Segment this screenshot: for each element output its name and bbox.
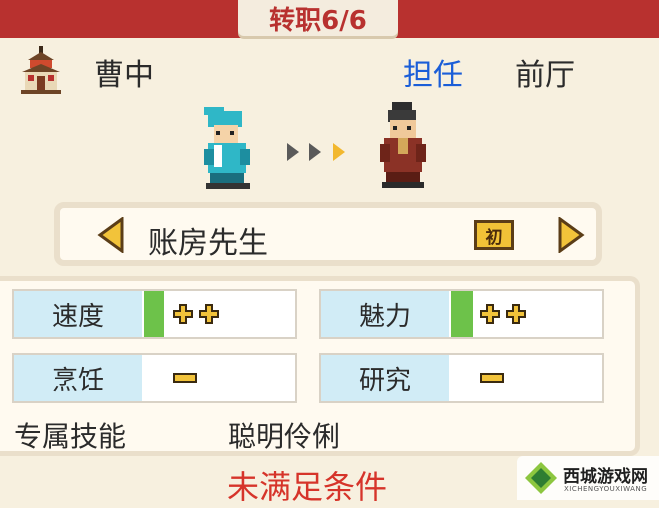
stat-label: 烹饪 (14, 355, 142, 401)
title-bar: 转职6/6 (0, 0, 659, 38)
plus-icon (480, 304, 526, 324)
triangle-left-icon[interactable] (96, 217, 126, 253)
exclusive-skill-name: 聪明伶俐 (228, 420, 341, 453)
job-selector: 账房先生 初 (54, 202, 602, 266)
plus-icon (173, 304, 219, 324)
stat-cooking: 烹饪 (12, 353, 297, 403)
stat-value (172, 291, 224, 337)
stat-bar (144, 291, 164, 337)
exclusive-skill-label: 专属技能 (14, 420, 127, 453)
triangle-right-icon[interactable] (556, 217, 586, 253)
condition-status: 未满足条件 (227, 468, 388, 506)
job-name: 账房先生 (148, 226, 268, 261)
character-name: 曹中 (94, 58, 154, 93)
stat-value (479, 355, 507, 401)
watermark-text: 西城游戏网 (563, 467, 648, 487)
stat-label: 速度 (14, 291, 142, 337)
location-label: 前厅 (515, 58, 575, 93)
stat-value (479, 291, 531, 337)
assign-link[interactable]: 担任 (403, 50, 463, 94)
stat-value (172, 355, 200, 401)
page-title: 转职6/6 (238, 0, 398, 36)
stat-research: 研究 (319, 353, 604, 403)
character-header: 曹中 担任 前厅 (0, 40, 659, 100)
stats-panel: 速度 魅力 烹饪 研究 专属技能 聪明伶俐 (0, 276, 640, 456)
watermark: 西城游戏网 XICHENGYOUXIWANG (517, 456, 659, 500)
current-character-sprite (204, 107, 250, 189)
stat-label: 魅力 (321, 291, 449, 337)
stat-charm: 魅力 (319, 289, 604, 339)
minus-icon (480, 373, 504, 383)
building-icon (21, 46, 61, 94)
stat-bar (451, 291, 473, 337)
transition-arrows (287, 143, 345, 161)
stat-label: 研究 (321, 355, 449, 401)
watermark-logo-icon (525, 462, 557, 494)
minus-icon (173, 373, 197, 383)
watermark-subtext: XICHENGYOUXIWANG (564, 485, 648, 493)
stat-speed: 速度 (12, 289, 297, 339)
target-character-sprite (380, 102, 426, 188)
rank-badge: 初 (474, 220, 514, 250)
